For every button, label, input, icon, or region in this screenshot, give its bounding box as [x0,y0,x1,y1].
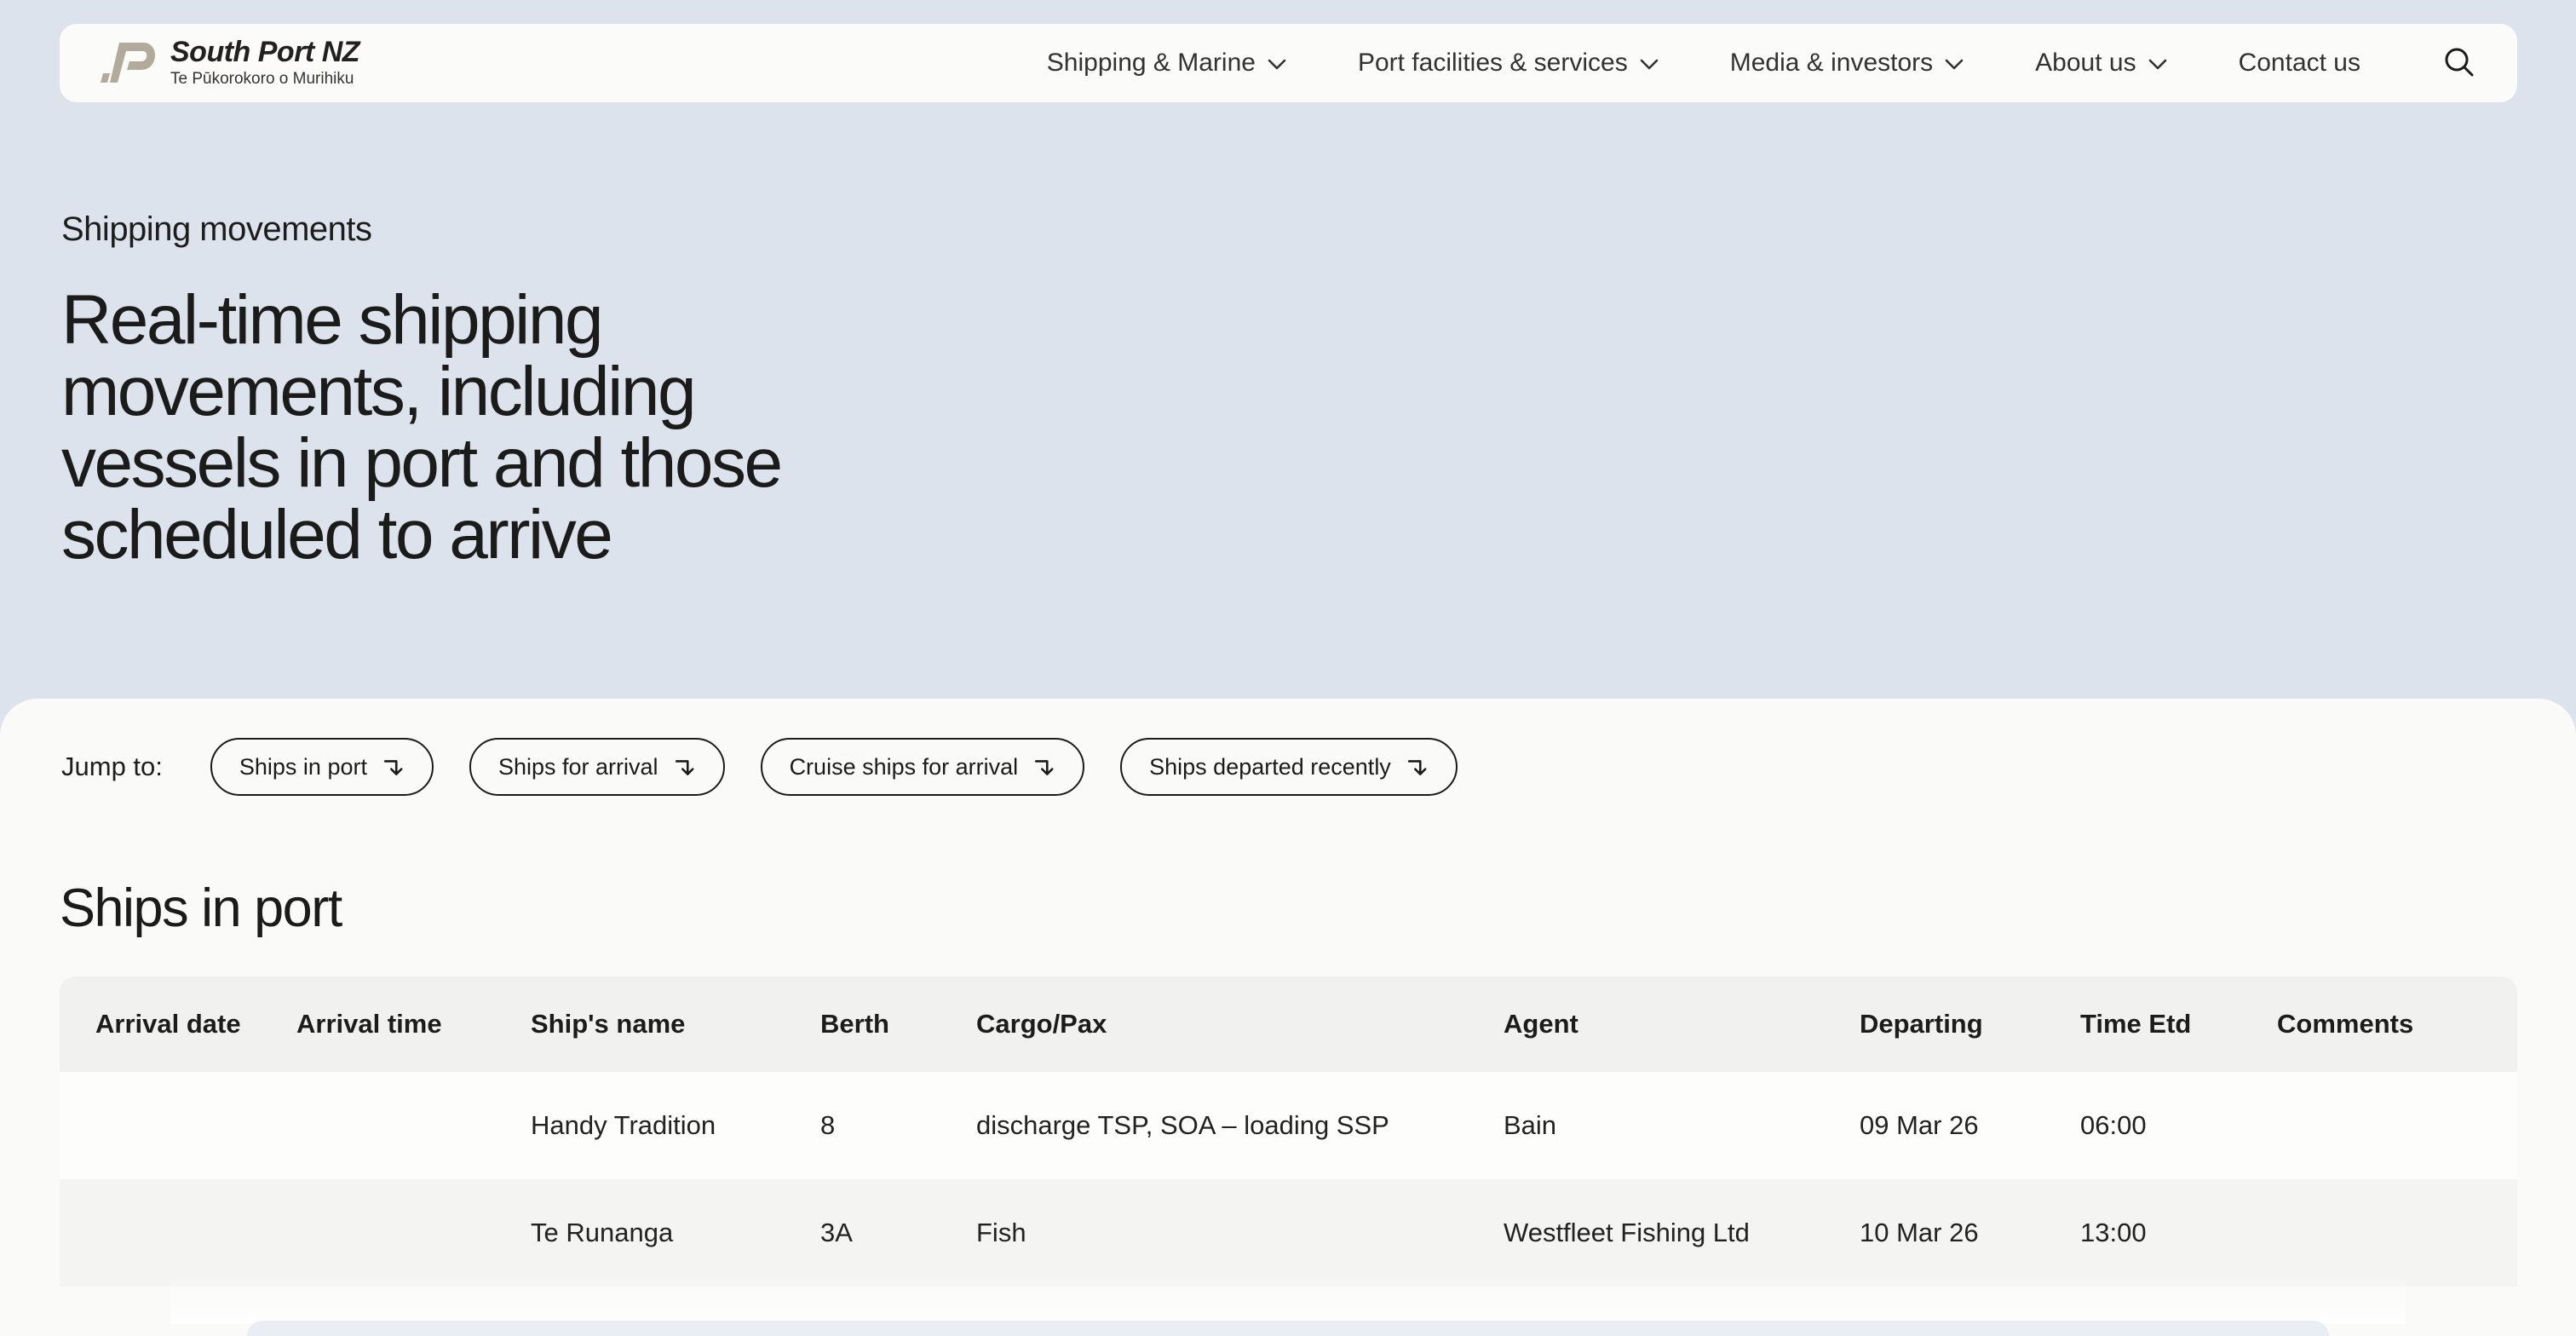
jump-to-label: Jump to: [61,752,163,782]
chevron-down-icon [1640,59,1659,71]
nav-item-media-investors[interactable]: Media & investors [1730,49,1964,78]
search-button[interactable] [2441,44,2478,82]
table-header-row: Arrival date Arrival time Ship's name Be… [60,976,2517,1072]
cell-cargo-pax: discharge TSP, SOA – loading SSP [976,1072,1504,1179]
top-navigation-bar: South Port NZ Te Pūkorokoro o Murihiku S… [60,24,2517,102]
cell-time-etd: 13:00 [2080,1179,2277,1287]
jump-button-ships-in-port[interactable]: Ships in port [210,738,434,796]
cell-arrival-date [60,1072,296,1179]
jump-button-label: Ships in port [239,754,367,780]
ships-in-port-table-wrap: Arrival date Arrival time Ship's name Be… [60,976,2516,1287]
col-header-arrival-date: Arrival date [60,976,296,1072]
jump-button-label: Cruise ships for arrival [790,754,1019,780]
col-header-agent: Agent [1504,976,1860,1072]
brand-logo[interactable]: South Port NZ Te Pūkorokoro o Murihiku [99,37,359,89]
page-title-line: Real-time shipping [61,281,601,359]
cell-arrival-time [296,1179,531,1287]
jump-button-cruise-ships-for-arrival[interactable]: Cruise ships for arrival [761,738,1085,796]
page-title-line: movements, including [61,353,694,430]
arrow-corner-down-icon [1406,757,1429,779]
breadcrumb-eyebrow: Shipping movements [61,210,2576,249]
cell-agent: Bain [1504,1072,1860,1179]
col-header-departing: Departing [1860,976,2080,1072]
cell-comments [2277,1179,2517,1287]
ships-in-port-heading: Ships in port [60,878,2576,939]
jump-button-label: Ships for arrival [498,754,658,780]
page-title-line: scheduled to arrive [61,496,611,573]
hero-section: Shipping movements Real-time shipping mo… [0,0,2576,733]
brand-name: South Port NZ [170,37,359,68]
chevron-down-icon [1945,59,1964,71]
cell-arrival-date [60,1179,296,1287]
col-header-ships-name: Ship's name [531,976,820,1072]
nav-item-contact-us[interactable]: Contact us [2239,49,2360,78]
chevron-down-icon [1268,59,1286,71]
nav-item-label: Shipping & Marine [1047,49,1256,78]
ships-in-port-table: Arrival date Arrival time Ship's name Be… [60,976,2517,1287]
cell-departing: 09 Mar 26 [1860,1072,2080,1179]
table-row: Handy Tradition 8 discharge TSP, SOA – l… [60,1072,2517,1179]
cell-ships-name: Te Runanga [531,1179,820,1287]
jump-button-label: Ships departed recently [1149,754,1391,780]
cell-agent: Westfleet Fishing Ltd [1504,1179,1860,1287]
cell-comments [2277,1072,2517,1179]
cell-berth: 3A [820,1179,976,1287]
cell-departing: 10 Mar 26 [1860,1179,2080,1287]
cell-time-etd: 06:00 [2080,1072,2277,1179]
cell-ships-name: Handy Tradition [531,1072,820,1179]
jump-button-ships-departed-recently[interactable]: Ships departed recently [1120,738,1458,796]
nav-item-shipping-marine[interactable]: Shipping & Marine [1047,49,1286,78]
col-header-berth: Berth [820,976,976,1072]
table-row: Te Runanga 3A Fish Westfleet Fishing Ltd… [60,1179,2517,1287]
cell-berth: 8 [820,1072,976,1179]
next-section-edge [247,1321,2329,1336]
brand-tagline: Te Pūkorokoro o Murihiku [170,70,359,89]
brand-text: South Port NZ Te Pūkorokoro o Murihiku [170,37,359,89]
cell-arrival-time [296,1072,531,1179]
nav-item-label: Port facilities & services [1358,49,1628,78]
chevron-down-icon [2148,59,2167,71]
arrow-corner-down-icon [1033,757,1055,779]
page-title: Real-time shipping movements, including … [61,285,2576,571]
nav-item-label: About us [2035,49,2136,78]
shipping-movements-panel: Jump to: Ships in port Ships for arrival… [0,699,2576,1336]
col-header-arrival-time: Arrival time [296,976,531,1072]
col-header-comments: Comments [2277,976,2517,1072]
arrow-corner-down-icon [382,757,405,779]
arrow-corner-down-icon [674,757,696,779]
col-header-time-etd: Time Etd [2080,976,2277,1072]
nav-item-port-facilities[interactable]: Port facilities & services [1358,49,1659,78]
jump-button-ships-for-arrival[interactable]: Ships for arrival [469,738,725,796]
nav-item-label: Media & investors [1730,49,1933,78]
nav-item-label: Contact us [2239,49,2360,78]
south-port-logo-icon [99,43,155,84]
search-icon [2442,46,2476,80]
nav-item-about-us[interactable]: About us [2035,49,2166,78]
jump-to-row: Jump to: Ships in port Ships for arrival… [61,738,2576,796]
page-title-line: vessels in port and those [61,424,781,502]
cell-cargo-pax: Fish [976,1179,1504,1287]
col-header-cargo-pax: Cargo/Pax [976,976,1504,1072]
main-nav: Shipping & Marine Port facilities & serv… [1047,44,2478,82]
